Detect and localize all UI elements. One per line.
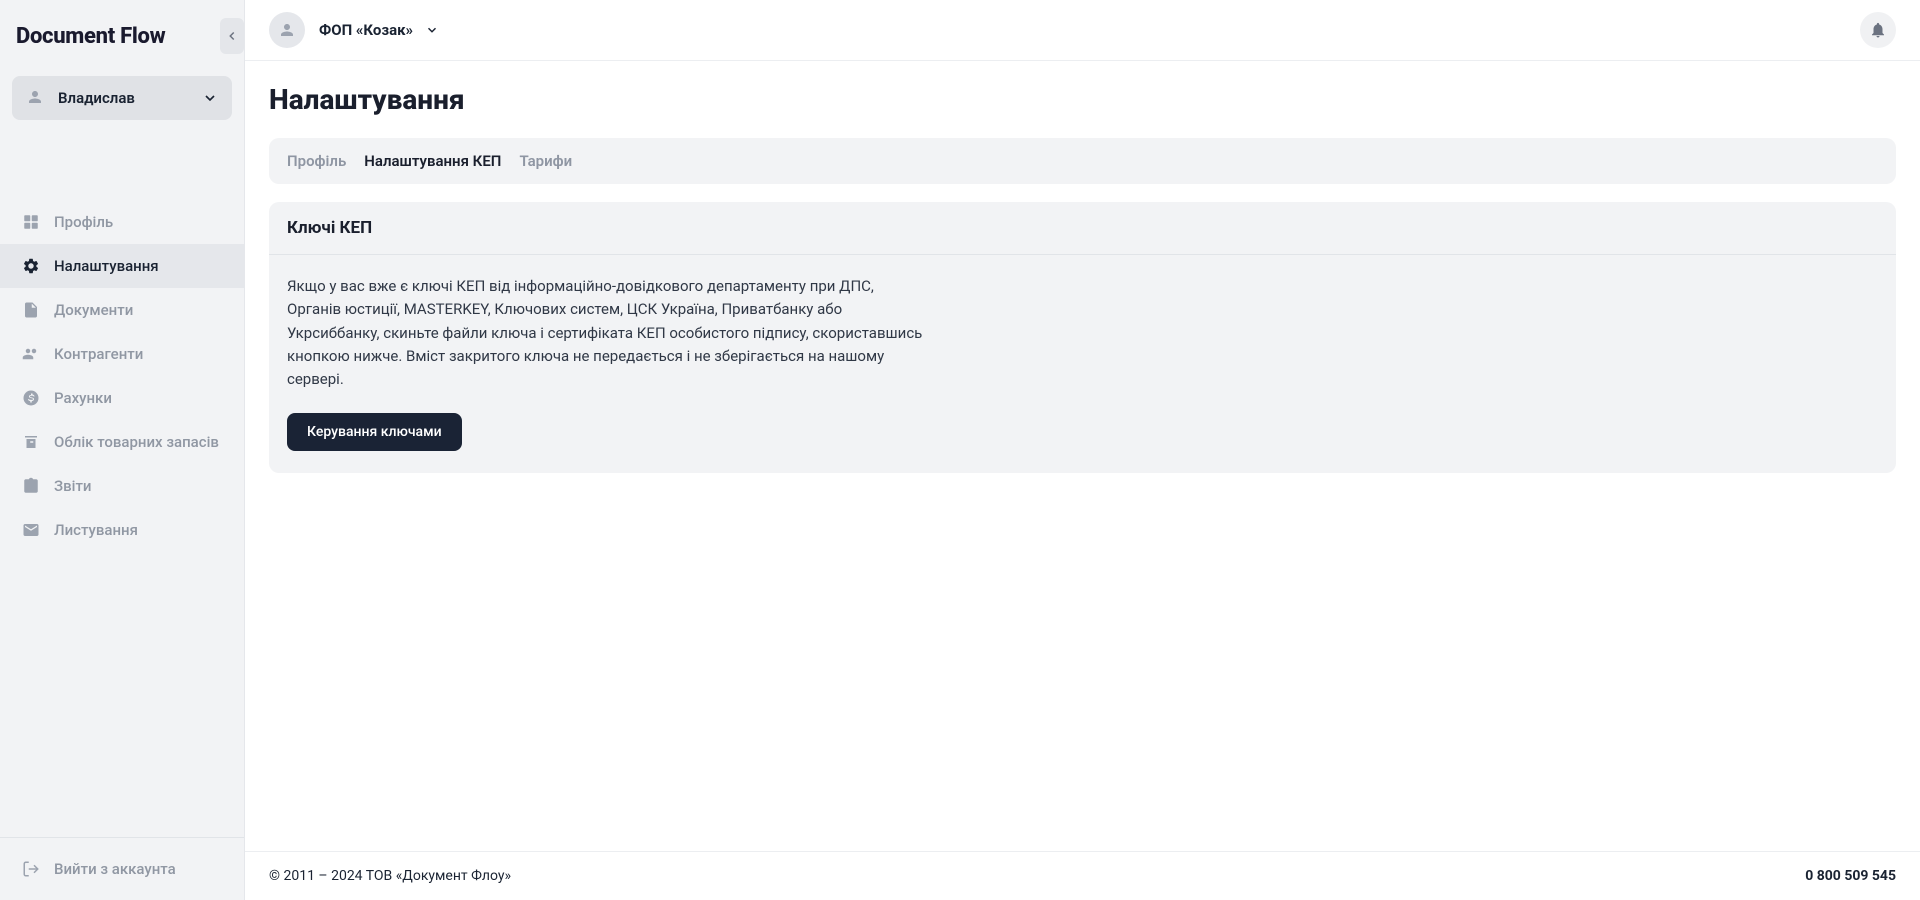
nav-item-label: Листування <box>54 521 138 539</box>
copyright-text: © 2011 – 2024 ТОВ «Документ Флоу» <box>269 868 511 884</box>
card-header: Ключі КЕП <box>269 202 1896 255</box>
nav-item-contractors[interactable]: Контрагенти <box>0 332 244 376</box>
user-selector[interactable]: Владислав <box>12 76 232 120</box>
logout-label: Вийти з аккаунта <box>54 860 176 878</box>
user-name: Владислав <box>58 89 202 107</box>
org-name: ФОП «Козак» <box>319 21 413 39</box>
file-icon <box>22 301 40 319</box>
nav-item-documents[interactable]: Документи <box>0 288 244 332</box>
bell-icon <box>1869 21 1887 39</box>
user-icon <box>278 21 296 39</box>
org-selector[interactable]: ФОП «Козак» <box>319 21 439 39</box>
chevron-down-icon <box>425 23 439 37</box>
dollar-icon <box>22 389 40 407</box>
card-description: Якщо у вас вже є ключі КЕП від інформаці… <box>287 275 927 391</box>
nav-item-reports[interactable]: Звіти <box>0 464 244 508</box>
manage-keys-button[interactable]: Керування ключами <box>287 413 462 451</box>
logout-icon <box>22 860 40 878</box>
nav-item-label: Рахунки <box>54 389 112 407</box>
chevron-down-icon <box>202 90 218 106</box>
sidebar-collapse-button[interactable] <box>220 18 244 54</box>
chevron-left-icon <box>225 29 239 43</box>
nav-item-invoices[interactable]: Рахунки <box>0 376 244 420</box>
page-title: Налаштування <box>269 83 1896 116</box>
nav-item-messages[interactable]: Листування <box>0 508 244 552</box>
archive-icon <box>22 433 40 451</box>
sidebar-footer: Вийти з аккаунта <box>0 837 244 900</box>
user-icon <box>26 88 46 108</box>
logout-button[interactable]: Вийти з аккаунта <box>0 850 244 888</box>
footer: © 2011 – 2024 ТОВ «Документ Флоу» 0 800 … <box>245 851 1920 900</box>
main-area: ФОП «Козак» Налаштування Профіль Налашту… <box>245 0 1920 900</box>
app-logo: Document Flow <box>16 24 165 49</box>
kep-keys-card: Ключі КЕП Якщо у вас вже є ключі КЕП від… <box>269 202 1896 473</box>
sidebar-header: Document Flow <box>0 0 244 72</box>
nav-item-settings[interactable]: Налаштування <box>0 244 244 288</box>
footer-phone: 0 800 509 545 <box>1805 868 1896 884</box>
content-area: Налаштування Профіль Налаштування КЕП Та… <box>245 61 1920 851</box>
dashboard-icon <box>22 213 40 231</box>
users-icon <box>22 345 40 363</box>
nav-item-profile[interactable]: Профіль <box>0 200 244 244</box>
nav-item-label: Облік товарних запасів <box>54 433 219 451</box>
gear-icon <box>22 257 40 275</box>
nav-item-label: Документи <box>54 301 133 319</box>
notifications-button[interactable] <box>1860 12 1896 48</box>
tab-tariffs[interactable]: Тарифи <box>519 152 572 170</box>
tabs-bar: Профіль Налаштування КЕП Тарифи <box>269 138 1896 184</box>
nav-list: Профіль Налаштування Документи Контраген… <box>0 200 244 837</box>
tab-profile[interactable]: Профіль <box>287 152 346 170</box>
tab-kep-settings[interactable]: Налаштування КЕП <box>364 152 501 170</box>
mail-icon <box>22 521 40 539</box>
card-body: Якщо у вас вже є ключі КЕП від інформаці… <box>269 255 1896 473</box>
nav-item-label: Налаштування <box>54 257 159 275</box>
org-avatar <box>269 12 305 48</box>
nav-item-label: Профіль <box>54 213 113 231</box>
topbar: ФОП «Козак» <box>245 0 1920 61</box>
nav-item-label: Звіти <box>54 477 91 495</box>
nav-item-inventory[interactable]: Облік товарних запасів <box>0 420 244 464</box>
nav-item-label: Контрагенти <box>54 345 143 363</box>
clipboard-icon <box>22 477 40 495</box>
card-title: Ключі КЕП <box>287 218 1878 238</box>
sidebar: Document Flow Владислав Профіль Налаштув… <box>0 0 245 900</box>
